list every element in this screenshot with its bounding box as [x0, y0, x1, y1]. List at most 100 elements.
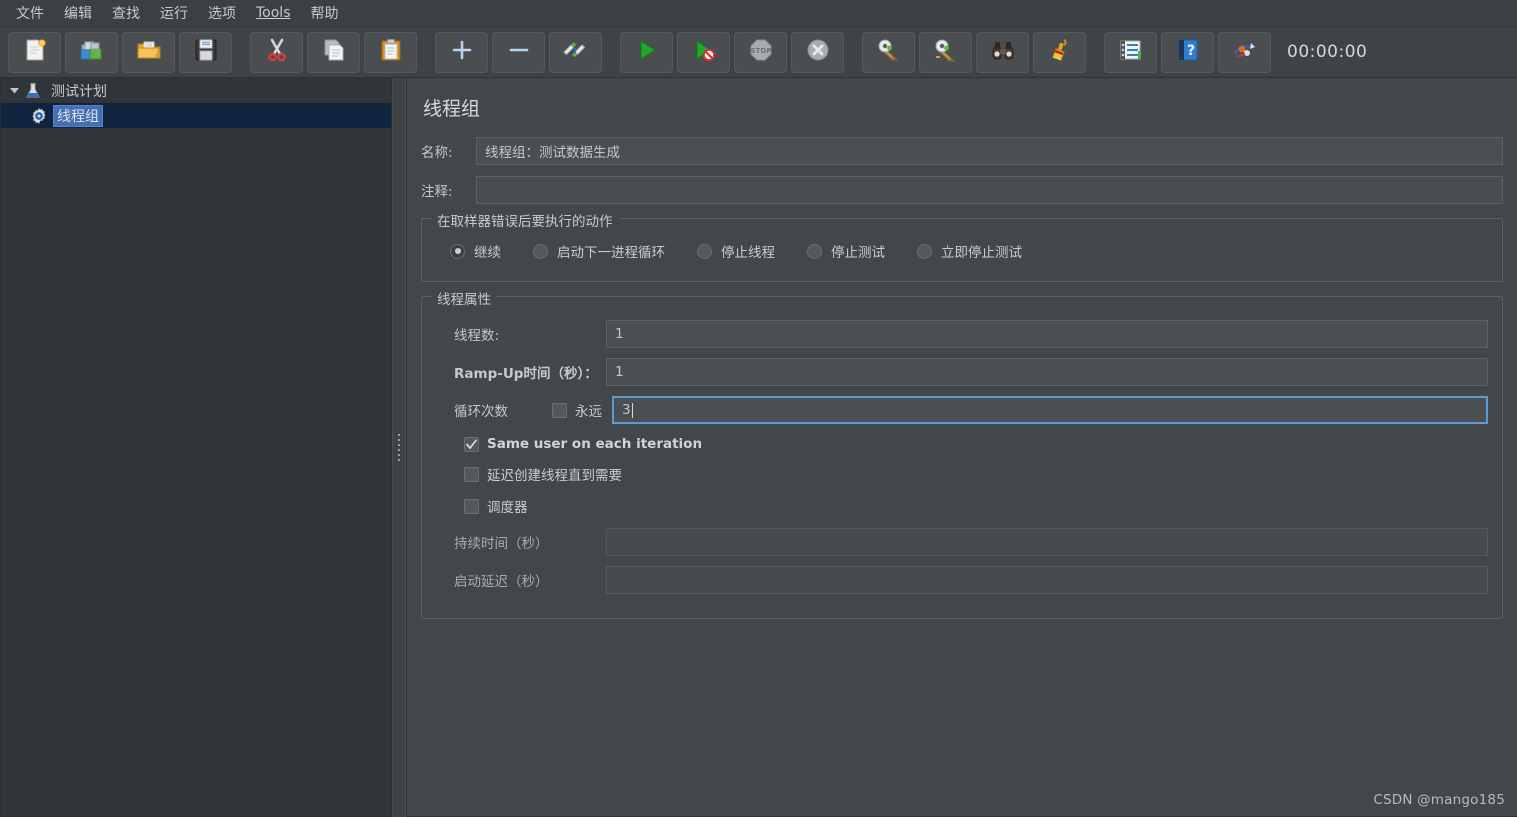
loop-count-input[interactable]: 3 — [612, 396, 1488, 424]
shutdown-icon — [805, 37, 831, 67]
page-title: 线程组 — [423, 98, 481, 120]
thread-properties-title: 线程属性 — [432, 288, 496, 308]
menu-edit-label: 编辑 — [64, 5, 92, 22]
new-icon — [22, 37, 48, 67]
name-label: 名称: — [421, 145, 453, 161]
clear-button[interactable] — [862, 31, 915, 73]
templates-button[interactable] — [65, 31, 118, 73]
menu-file-label: 文件 — [16, 5, 44, 22]
clear-search-button[interactable] — [1033, 31, 1086, 73]
function-helper-icon — [1118, 37, 1144, 67]
split-divider[interactable] — [392, 78, 406, 817]
radio-continue-indicator — [450, 243, 465, 259]
num-threads-input[interactable]: 1 — [606, 320, 1488, 348]
comment-field-row: 注释: — [421, 176, 1503, 204]
clear-all-icon — [933, 37, 959, 67]
radio-stop-test-indicator — [807, 243, 822, 259]
radio-start-next-loop-indicator — [533, 243, 548, 259]
start-no-pauses-icon — [691, 37, 717, 67]
toolbar-separator-5 — [1088, 32, 1102, 73]
forever-label: 永远 — [575, 404, 602, 420]
new-button[interactable] — [8, 31, 61, 73]
help-button[interactable]: ? — [1161, 31, 1214, 73]
stop-button[interactable]: STOP — [734, 31, 787, 73]
radio-option-stop-test-now[interactable]: 立即停止测试 — [917, 241, 1022, 261]
copy-button[interactable] — [307, 31, 360, 73]
clear-icon — [876, 37, 902, 67]
startup-delay-input[interactable] — [606, 566, 1488, 594]
delayed-start-checkbox[interactable]: 延迟创建线程直到需要 — [464, 464, 622, 484]
menu-help-label: 帮助 — [310, 5, 339, 22]
forever-checkbox[interactable]: 永远 — [552, 400, 602, 420]
same-user-label: Same user on each iteration — [487, 436, 703, 452]
comment-input[interactable] — [476, 176, 1503, 204]
stop-icon: STOP — [748, 37, 774, 67]
toolbar-separator-1 — [234, 32, 248, 73]
toggle-button[interactable] — [549, 31, 602, 73]
menu-edit[interactable]: 编辑 — [54, 0, 102, 27]
binoculars-icon — [990, 37, 1016, 67]
startup-delay-row: 启动延迟（秒） — [436, 566, 1488, 594]
menu-help[interactable]: 帮助 — [301, 0, 349, 27]
scheduler-checkbox[interactable]: 调度器 — [464, 496, 528, 516]
gear-icon — [29, 106, 49, 126]
radio-stop-test-now-indicator — [917, 243, 932, 259]
toolbar: STOP ? 00:00:00 — [0, 27, 1517, 78]
menu-run[interactable]: 运行 — [150, 0, 198, 27]
undo-redo-button[interactable] — [1218, 31, 1271, 73]
menu-options-label: 选项 — [208, 5, 236, 22]
open-button[interactable] — [122, 31, 175, 73]
start-no-pauses-button[interactable] — [677, 31, 730, 73]
menu-tools[interactable]: Tools — [246, 2, 301, 25]
open-icon — [136, 37, 162, 67]
broom-icon — [1047, 37, 1073, 67]
radio-option-continue[interactable]: 继续 — [450, 241, 501, 261]
duration-input[interactable] — [606, 528, 1488, 556]
search-button[interactable] — [976, 31, 1029, 73]
name-input[interactable]: 线程组：测试数据生成 — [476, 137, 1503, 165]
watermark: CSDN @mango185 — [1373, 792, 1505, 808]
shutdown-button[interactable] — [791, 31, 844, 73]
duration-row: 持续时间（秒） — [436, 528, 1488, 556]
function-helper-button[interactable] — [1104, 31, 1157, 73]
text-caret — [631, 402, 633, 418]
num-threads-row: 线程数: 1 — [436, 320, 1488, 348]
radio-stop-thread-label: 停止线程 — [721, 245, 775, 261]
tree-node-thread-group[interactable]: 线程组 — [1, 103, 391, 128]
start-button[interactable] — [620, 31, 673, 73]
test-plan-tree[interactable]: 测试计划 线程组 — [0, 78, 392, 817]
radio-stop-test-label: 停止测试 — [831, 245, 885, 261]
loop-count-label: 循环次数 — [454, 404, 508, 420]
paste-button[interactable] — [364, 31, 417, 73]
start-icon — [634, 37, 660, 67]
chevron-down-icon[interactable] — [7, 84, 21, 98]
expand-button[interactable] — [435, 31, 488, 73]
radio-option-stop-test[interactable]: 停止测试 — [807, 241, 885, 261]
collapse-button[interactable] — [492, 31, 545, 73]
radio-option-start-next-loop[interactable]: 启动下一进程循环 — [533, 241, 665, 261]
ramp-up-label: Ramp-Up时间（秒）： — [454, 366, 598, 382]
save-button[interactable] — [179, 31, 232, 73]
thread-group-panel: 线程组 名称: 线程组：测试数据生成 注释: 在取样器错误后要执行的动作 继续 — [406, 78, 1517, 817]
cut-button[interactable] — [250, 31, 303, 73]
radio-option-stop-thread[interactable]: 停止线程 — [697, 241, 775, 261]
help-icon: ? — [1175, 37, 1201, 67]
paste-icon — [378, 37, 404, 67]
radio-start-next-loop-label: 启动下一进程循环 — [557, 245, 665, 261]
menu-search[interactable]: 查找 — [102, 0, 150, 27]
tree-node-test-plan[interactable]: 测试计划 — [1, 78, 391, 103]
same-user-checkbox[interactable]: Same user on each iteration — [464, 436, 702, 452]
sampler-error-action-radios: 继续 启动下一进程循环 停止线程 停止测试 立即停止测试 — [436, 235, 1488, 267]
same-user-checkbox-box — [464, 436, 479, 452]
loop-count-row: 循环次数 永远 3 — [436, 396, 1488, 424]
menu-bar: 文件 编辑 查找 运行 选项 Tools 帮助 — [0, 0, 1517, 27]
split-divider-grip — [398, 434, 400, 461]
radio-continue-label: 继续 — [474, 245, 501, 261]
sampler-error-action-group: 在取样器错误后要执行的动作 继续 启动下一进程循环 停止线程 停止测试 立即停止… — [421, 210, 1503, 282]
toolbar-separator-3 — [604, 32, 618, 73]
ramp-up-input[interactable]: 1 — [606, 358, 1488, 386]
clear-all-button[interactable] — [919, 31, 972, 73]
menu-options[interactable]: 选项 — [198, 0, 246, 27]
menu-file[interactable]: 文件 — [6, 0, 54, 27]
radio-stop-test-now-label: 立即停止测试 — [941, 245, 1022, 261]
